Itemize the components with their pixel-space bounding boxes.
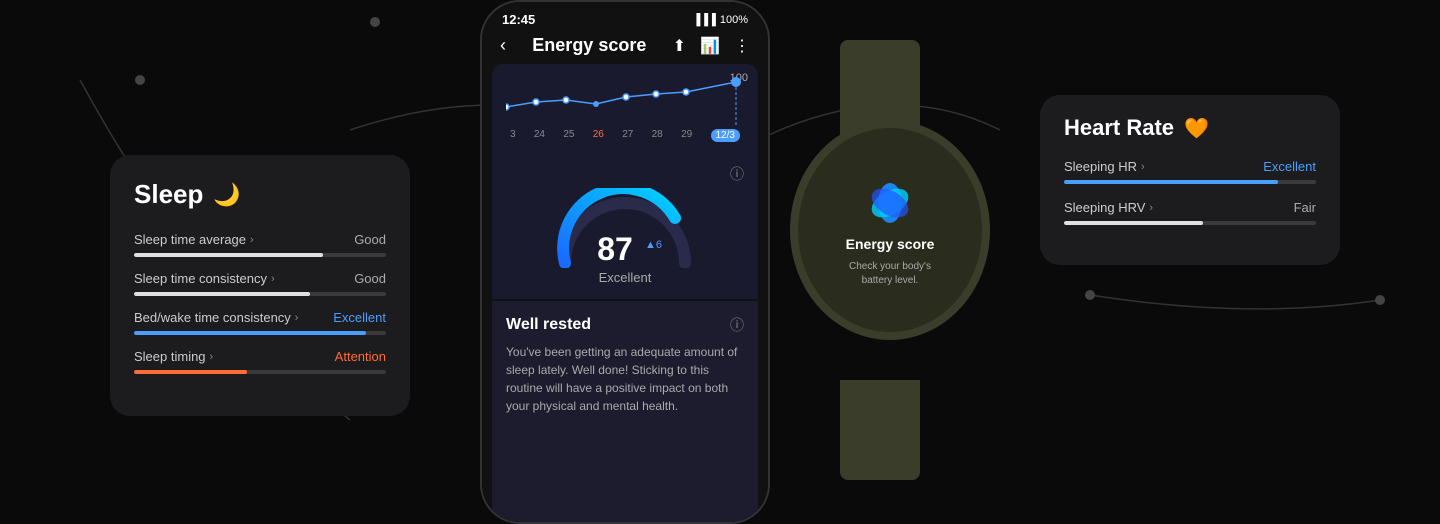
chevron-icon-2: › xyxy=(295,312,299,324)
hr-progress-fill-1 xyxy=(1064,221,1203,225)
chart-date-2: 25 xyxy=(563,129,574,142)
status-time: 12:45 xyxy=(502,12,535,27)
well-rested-body: You've been getting an adequate amount o… xyxy=(506,343,744,415)
sleep-title: Sleep xyxy=(134,179,203,210)
chart-date-0: 3 xyxy=(510,129,516,142)
watch-screen-content: Energy score Check your body's battery l… xyxy=(846,173,935,288)
progress-bar-0 xyxy=(134,253,386,257)
hr-title-row: Heart Rate 🧡 xyxy=(1064,115,1316,141)
chart-date-6: 29 xyxy=(681,129,692,142)
chevron-icon-0: › xyxy=(250,234,254,246)
chart-area: 100 3 24 xyxy=(492,64,758,154)
metric-row-2: Bed/wake time consistency › Excellent xyxy=(134,310,386,335)
battery-icon: 100% xyxy=(720,14,748,26)
hr-metric-row-0: Sleeping HR › Excellent xyxy=(1064,159,1316,184)
hr-progress-fill-0 xyxy=(1064,180,1278,184)
score-arc-svg: 87 ▲6 xyxy=(555,188,695,268)
health-icon xyxy=(860,173,920,228)
metric-value-3: Attention xyxy=(335,349,386,364)
chart-date-3: 26 xyxy=(593,129,604,142)
watch-band-bottom xyxy=(840,380,920,480)
progress-fill-3 xyxy=(134,370,247,374)
progress-fill-2 xyxy=(134,331,366,335)
hr-title: Heart Rate xyxy=(1064,115,1174,141)
chart-date-4: 27 xyxy=(622,129,633,142)
metric-label-3[interactable]: Sleep timing › xyxy=(134,349,213,364)
metric-value-1: Good xyxy=(354,271,386,286)
phone-nav-title: Energy score xyxy=(532,35,646,56)
score-circle-area: ⓘ 87 ▲6 Exce xyxy=(492,154,758,299)
sleep-title-row: Sleep 🌙 xyxy=(134,179,386,210)
metric-row-1: Sleep time consistency › Good xyxy=(134,271,386,296)
chart-svg xyxy=(506,72,758,127)
chart-icon[interactable]: 📊 xyxy=(700,36,720,56)
metric-value-0: Good xyxy=(354,232,386,247)
watch-body: Energy score Check your body's battery l… xyxy=(790,120,990,340)
hr-value-1: Fair xyxy=(1294,200,1316,215)
phone-nav: ‹ Energy score ⬆ 📊 ⋮ xyxy=(482,31,768,64)
hr-progress-bar-0 xyxy=(1064,180,1316,184)
progress-fill-1 xyxy=(134,292,310,296)
chevron-icon-1: › xyxy=(271,273,275,285)
metric-label-0[interactable]: Sleep time average › xyxy=(134,232,254,247)
progress-bar-1 xyxy=(134,292,386,296)
metric-label-2[interactable]: Bed/wake time consistency › xyxy=(134,310,298,325)
share-icon[interactable]: ⬆ xyxy=(673,36,686,56)
info-icon-score[interactable]: ⓘ xyxy=(730,164,744,184)
more-icon[interactable]: ⋮ xyxy=(734,36,750,56)
hr-label-1[interactable]: Sleeping HRV › xyxy=(1064,200,1153,215)
phone-frame: 12:45 ▐▐▐ 100% ‹ Energy score ⬆ 📊 ⋮ 100 xyxy=(480,0,770,524)
metric-row-0: Sleep time average › Good xyxy=(134,232,386,257)
status-bar: 12:45 ▐▐▐ 100% xyxy=(482,2,768,31)
chart-dates: 3 24 25 26 27 28 29 12/3 xyxy=(506,129,744,142)
svg-text:87: 87 xyxy=(597,231,633,267)
phone-mockup: 12:45 ▐▐▐ 100% ‹ Energy score ⬆ 📊 ⋮ 100 xyxy=(480,0,770,524)
chart-date-1: 24 xyxy=(534,129,545,142)
watch-energy-sub: Check your body's battery level. xyxy=(849,260,931,288)
heart-icon: 🧡 xyxy=(1184,116,1209,141)
heart-rate-card: Heart Rate 🧡 Sleeping HR › Excellent Sle… xyxy=(1040,95,1340,265)
back-icon[interactable]: ‹ xyxy=(500,35,506,56)
moon-icon: 🌙 xyxy=(213,182,240,208)
chart-date-5: 28 xyxy=(652,129,663,142)
progress-bar-2 xyxy=(134,331,386,335)
score-label: Excellent xyxy=(599,270,652,285)
sleep-card: Sleep 🌙 Sleep time average › Good Sleep … xyxy=(110,155,410,416)
signal-icon: ▐▐▐ xyxy=(692,14,715,26)
hr-label-0[interactable]: Sleeping HR › xyxy=(1064,159,1145,174)
progress-bar-3 xyxy=(134,370,386,374)
progress-fill-0 xyxy=(134,253,323,257)
well-rested-title: Well rested xyxy=(506,316,591,334)
phone-screen: 12:45 ▐▐▐ 100% ‹ Energy score ⬆ 📊 ⋮ 100 xyxy=(482,2,768,522)
watch-container: Energy score Check your body's battery l… xyxy=(780,40,1000,480)
hr-metric-row-1: Sleeping HRV › Fair xyxy=(1064,200,1316,225)
chevron-icon-3: › xyxy=(210,351,214,363)
info-icon-well[interactable]: ⓘ xyxy=(730,315,744,335)
well-rested-section: Well rested ⓘ You've been getting an ade… xyxy=(492,301,758,522)
hr-value-0: Excellent xyxy=(1263,159,1316,174)
metric-label-1[interactable]: Sleep time consistency › xyxy=(134,271,275,286)
hr-progress-bar-1 xyxy=(1064,221,1316,225)
metric-row-3: Sleep timing › Attention xyxy=(134,349,386,374)
status-icons: ▐▐▐ 100% xyxy=(692,14,748,26)
hr-chevron-1: › xyxy=(1149,202,1153,214)
nav-action-icons: ⬆ 📊 ⋮ xyxy=(673,36,750,56)
svg-text:▲6: ▲6 xyxy=(645,239,662,251)
watch-energy-title: Energy score xyxy=(846,236,935,252)
metric-value-2: Excellent xyxy=(333,310,386,325)
chart-date-active[interactable]: 12/3 xyxy=(711,129,740,142)
hr-chevron-0: › xyxy=(1141,161,1145,173)
